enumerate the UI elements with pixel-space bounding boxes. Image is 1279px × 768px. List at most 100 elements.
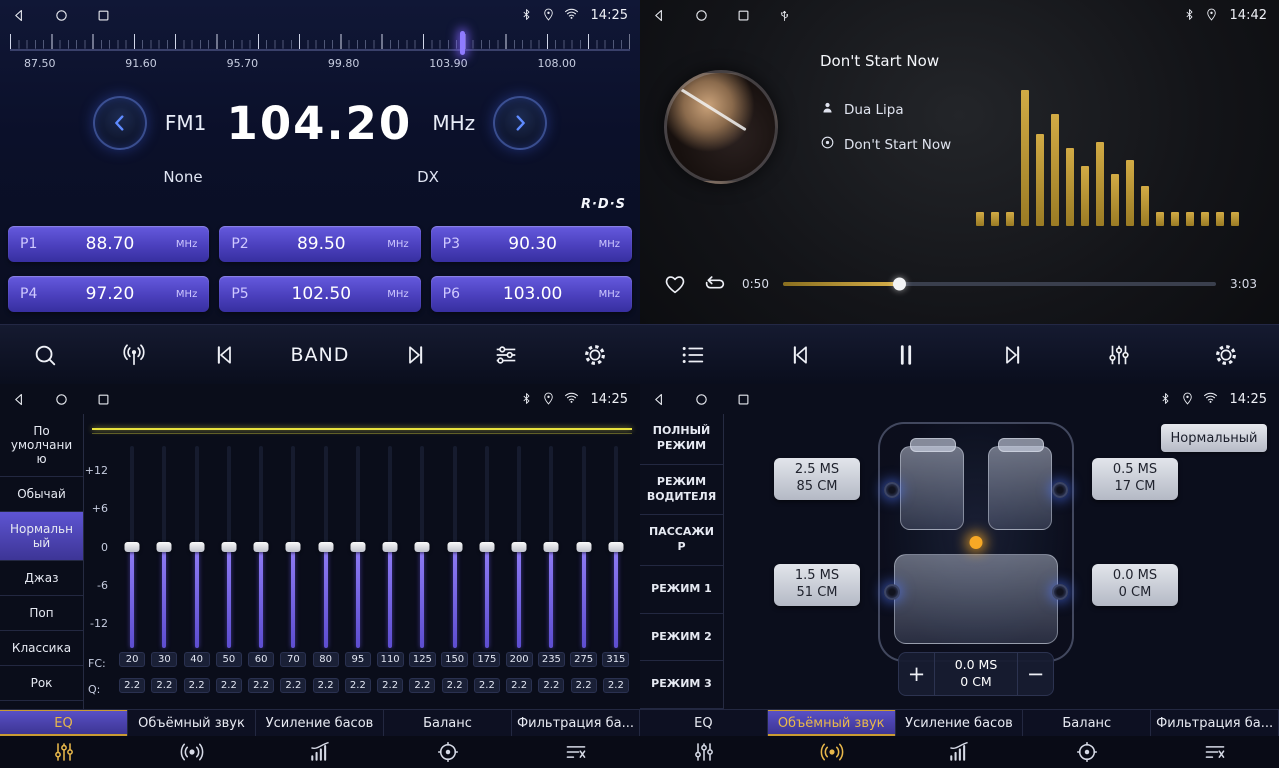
- preset-button[interactable]: P6 103.00 MHz: [431, 276, 632, 312]
- audio-tab[interactable]: Фильтрация ба...: [512, 710, 640, 736]
- settings-gear-icon[interactable]: [1203, 332, 1249, 378]
- home-icon[interactable]: [694, 8, 709, 23]
- back-icon[interactable]: [652, 392, 667, 407]
- slider-knob[interactable]: [576, 542, 591, 552]
- slider-knob[interactable]: [383, 542, 398, 552]
- next-track-icon[interactable]: [990, 332, 1036, 378]
- increase-button[interactable]: +: [899, 653, 935, 695]
- eq-preset-item[interactable]: Поп: [0, 596, 83, 631]
- band-button[interactable]: BAND: [291, 344, 350, 366]
- eq-band-slider[interactable]: [439, 446, 471, 648]
- eq-band-slider[interactable]: [181, 446, 213, 648]
- surround-tab-icon[interactable]: [768, 736, 896, 768]
- slider-knob[interactable]: [189, 542, 204, 552]
- slider-knob[interactable]: [415, 542, 430, 552]
- audio-tab[interactable]: Усиление басов: [256, 710, 384, 736]
- eq-tab-icon[interactable]: [640, 736, 768, 768]
- recents-icon[interactable]: [96, 8, 111, 23]
- audio-tab[interactable]: Объёмный звук: [128, 710, 256, 736]
- eq-preset-item[interactable]: Классика: [0, 631, 83, 666]
- frequency-scale[interactable]: 87.5091.6095.7099.80103.90108.00: [10, 34, 630, 82]
- mode-item[interactable]: РЕЖИМ 2: [640, 614, 723, 662]
- audio-tab[interactable]: EQ: [640, 710, 768, 736]
- eq-faders-icon[interactable]: [1096, 332, 1142, 378]
- eq-band-slider[interactable]: [503, 446, 535, 648]
- eq-band-slider[interactable]: [568, 446, 600, 648]
- eq-band-slider[interactable]: [471, 446, 503, 648]
- recents-icon[interactable]: [96, 392, 111, 407]
- preset-button[interactable]: P1 88.70 MHz: [8, 226, 209, 262]
- slider-knob[interactable]: [221, 542, 236, 552]
- eq-tab-icon[interactable]: [0, 736, 128, 768]
- seek-thumb[interactable]: [893, 278, 906, 291]
- bass-boost-tab-icon[interactable]: [896, 736, 1024, 768]
- home-icon[interactable]: [694, 392, 709, 407]
- audio-tab[interactable]: Фильтрация ба...: [1151, 710, 1279, 736]
- playlist-icon[interactable]: [670, 332, 716, 378]
- eq-band-slider[interactable]: [213, 446, 245, 648]
- recents-icon[interactable]: [736, 8, 751, 23]
- filter-tab-icon[interactable]: [512, 736, 640, 768]
- eq-band-slider[interactable]: [374, 446, 406, 648]
- tune-up-button[interactable]: [493, 96, 547, 150]
- slider-knob[interactable]: [544, 542, 559, 552]
- audio-tab[interactable]: Баланс: [1023, 710, 1151, 736]
- slider-knob[interactable]: [447, 542, 462, 552]
- eq-band-slider[interactable]: [277, 446, 309, 648]
- audio-tab[interactable]: EQ: [0, 710, 128, 736]
- eq-band-slider[interactable]: [342, 446, 374, 648]
- broadcast-icon[interactable]: [111, 332, 157, 378]
- decrease-button[interactable]: −: [1017, 653, 1053, 695]
- delay-rear-right[interactable]: 0.0 MS 0 CM: [1092, 564, 1178, 606]
- eq-preset-item[interactable]: По умолчанию: [0, 414, 83, 477]
- eq-band-slider[interactable]: [116, 446, 148, 648]
- pause-icon[interactable]: [883, 332, 929, 378]
- mode-item[interactable]: РЕЖИМ ВОДИТЕЛЯ: [640, 465, 723, 516]
- slider-knob[interactable]: [318, 542, 333, 552]
- slider-knob[interactable]: [479, 542, 494, 552]
- preset-button[interactable]: P4 97.20 MHz: [8, 276, 209, 312]
- eq-band-slider[interactable]: [406, 446, 438, 648]
- slider-knob[interactable]: [512, 542, 527, 552]
- field-preset-button[interactable]: Нормальный: [1161, 424, 1267, 452]
- bass-boost-tab-icon[interactable]: [256, 736, 384, 768]
- speaker-rear-left-icon[interactable]: [884, 584, 900, 600]
- delay-rear-left[interactable]: 1.5 MS 51 CM: [774, 564, 860, 606]
- eq-preset-item[interactable]: Обычай: [0, 477, 83, 512]
- preset-button[interactable]: P2 89.50 MHz: [219, 226, 420, 262]
- eq-preset-item[interactable]: Нормальный: [0, 512, 83, 561]
- scan-icon[interactable]: [22, 332, 68, 378]
- eq-band-slider[interactable]: [535, 446, 567, 648]
- eq-preset-item[interactable]: Джаз: [0, 561, 83, 596]
- filter-tab-icon[interactable]: [1151, 736, 1279, 768]
- prev-station-icon[interactable]: [201, 332, 247, 378]
- preset-button[interactable]: P5 102.50 MHz: [219, 276, 420, 312]
- back-icon[interactable]: [652, 8, 667, 23]
- eq-preset-item[interactable]: Рок: [0, 666, 83, 701]
- delay-front-right[interactable]: 0.5 MS 17 CM: [1092, 458, 1178, 500]
- speaker-front-right-icon[interactable]: [1052, 482, 1068, 498]
- tune-down-button[interactable]: [93, 96, 147, 150]
- mode-item[interactable]: РЕЖИМ 1: [640, 566, 723, 614]
- speaker-front-left-icon[interactable]: [884, 482, 900, 498]
- preset-button[interactable]: P3 90.30 MHz: [431, 226, 632, 262]
- mode-item[interactable]: РЕЖИМ 3: [640, 661, 723, 709]
- slider-knob[interactable]: [125, 542, 140, 552]
- prev-track-icon[interactable]: [777, 332, 823, 378]
- next-station-icon[interactable]: [393, 332, 439, 378]
- back-icon[interactable]: [12, 392, 27, 407]
- settings-gear-icon[interactable]: [572, 332, 618, 378]
- speaker-rear-right-icon[interactable]: [1052, 584, 1068, 600]
- surround-tab-icon[interactable]: [128, 736, 256, 768]
- album-art[interactable]: [664, 70, 778, 184]
- slider-knob[interactable]: [157, 542, 172, 552]
- slider-knob[interactable]: [286, 542, 301, 552]
- eq-band-slider[interactable]: [600, 446, 632, 648]
- slider-knob[interactable]: [254, 542, 269, 552]
- eq-band-slider[interactable]: [245, 446, 277, 648]
- eq-band-slider[interactable]: [148, 446, 180, 648]
- audio-tab[interactable]: Объёмный звук: [768, 710, 896, 736]
- audio-tab[interactable]: Усиление басов: [896, 710, 1024, 736]
- slider-knob[interactable]: [350, 542, 365, 552]
- repeat-icon[interactable]: [702, 271, 728, 297]
